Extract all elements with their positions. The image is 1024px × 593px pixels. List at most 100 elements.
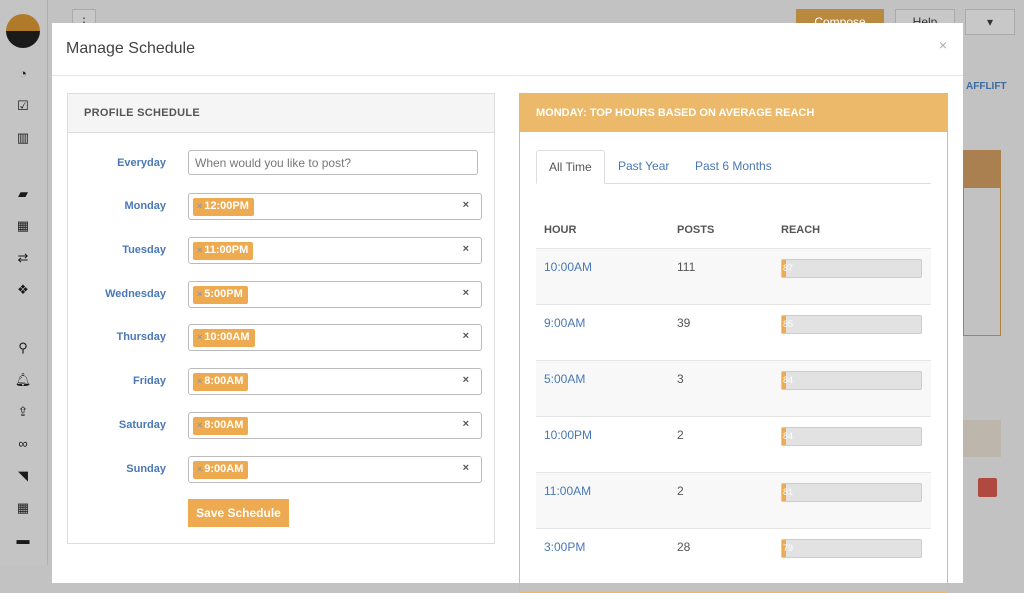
rss-icon[interactable]: ◥ [14,469,32,483]
remove-tag-icon[interactable]: × [197,245,202,255]
day-label: Tuesday [122,243,166,256]
reach-value: 81 [783,487,794,497]
day-label: Saturday [118,419,166,431]
hour-link[interactable]: 10:00AM [544,260,592,274]
reach-value: 85 [783,319,794,329]
upload-icon[interactable]: ⇪ [14,405,32,419]
table-row: 10:00AM 111 87 [536,248,931,304]
briefcase-icon[interactable]: ▬ [14,533,32,547]
clear-icon[interactable]: × [463,243,469,255]
column-posts: POSTS [677,224,715,236]
background-alert [963,420,1001,457]
clear-icon[interactable]: × [463,418,469,430]
time-value: 8:00AM [204,375,244,388]
hour-link[interactable]: 9:00AM [544,316,585,330]
time-value: 11:00PM [204,243,249,256]
time-tag: × 8:00AM [193,417,249,435]
folder-icon[interactable]: ▰ [14,187,32,201]
tab-past-6-months[interactable]: Past 6 Months [683,150,784,184]
tab-past-year[interactable]: Past Year [606,150,681,184]
calendar-icon[interactable]: ▦ [14,219,32,233]
profile-schedule-panel: PROFILE SCHEDULE Everyday When would you… [67,93,495,544]
hour-link[interactable]: 10:00PM [544,428,592,442]
hour-link[interactable]: 11:00AM [544,484,591,498]
time-tag: × 10:00AM [193,329,255,348]
time-value: 8:00AM [204,419,244,431]
reach-bar: 85 [781,315,922,334]
top-hours-panel: MONDAY: TOP HOURS BASED ON AVERAGE REACH… [519,93,948,593]
delete-icon[interactable] [978,478,997,497]
table-icon[interactable]: ▦ [14,501,32,515]
table-row: 9:00AM 39 85 [536,304,931,360]
day-row: Monday × 12:00PM × [68,193,496,221]
time-tag: × 9:00AM [193,460,249,479]
day-label: Monday [124,200,166,212]
sidebar: ◔ ☑ ▥ ▰ ▦ ⇄ ❖ ⚲ 🔔︎ ⇪ ∞ ◥ ▦ ▬ [0,0,48,565]
clear-icon[interactable]: × [463,462,469,474]
table-row: 3:00PM 28 79 [536,528,931,584]
hour-link[interactable]: 3:00PM [544,540,585,554]
everyday-input[interactable]: When would you like to post? [188,150,478,175]
close-icon[interactable]: × [939,37,947,53]
column-reach: REACH [781,224,821,236]
posts-value: 39 [677,316,691,330]
modal-title: Manage Schedule [52,23,963,76]
clear-icon[interactable]: × [463,374,469,386]
remove-tag-icon[interactable]: × [197,201,202,211]
reach-value: 84 [783,431,794,441]
day-row: Thursday × 10:00AM × [68,324,496,352]
day-row: Saturday × 8:00AM × [68,412,496,440]
dashboard-icon[interactable]: ◔ [14,67,32,81]
manage-schedule-modal: Manage Schedule × PROFILE SCHEDULE Every… [52,23,963,593]
time-tag: × 5:00PM [193,285,248,304]
panel-title: PROFILE SCHEDULE [68,94,494,133]
save-schedule-button[interactable]: Save Schedule [188,499,289,527]
tabs: All Time Past Year Past 6 Months [536,150,931,184]
reach-bar: 87 [781,259,922,278]
reach-value: 87 [783,263,794,273]
remove-tag-icon[interactable]: × [197,420,202,430]
day-row: Friday × 8:00AM × [68,368,496,396]
day-label: Friday [132,375,166,388]
day-row: Tuesday × 11:00PM × [68,236,496,265]
search-icon[interactable]: ⚲ [14,341,32,355]
day-time-select[interactable]: × 12:00PM × [188,193,482,220]
table-row: 11:00AM 2 81 [536,472,931,528]
side-link[interactable]: AFFLIFT [966,81,1007,92]
time-tag: × 11:00PM [193,241,254,260]
tab-all-time[interactable]: All Time [536,150,605,184]
table-row: 10:00PM 2 84 [536,416,931,472]
time-tag: × 12:00PM [193,198,254,216]
remove-tag-icon[interactable]: × [197,464,202,474]
day-time-select[interactable]: × 5:00PM × [188,280,482,308]
clear-icon[interactable]: × [463,199,469,211]
remove-tag-icon[interactable]: × [197,376,202,386]
day-label: Thursday [116,331,166,344]
calendar-check-icon[interactable]: ☑ [14,99,32,113]
day-time-select[interactable]: × 10:00AM × [188,324,482,352]
day-time-select[interactable]: × 8:00AM × [188,368,482,396]
hour-link[interactable]: 5:00AM [544,372,585,386]
reach-bar: 84 [781,371,922,390]
posts-value: 111 [677,260,696,274]
time-value: 5:00PM [204,287,243,300]
cubes-icon[interactable]: ❖ [14,283,32,297]
avatar-menu[interactable]: ▾ [965,9,1015,35]
clear-icon[interactable]: × [463,330,469,342]
panel-title: MONDAY: TOP HOURS BASED ON AVERAGE REACH [520,94,947,132]
link-icon[interactable]: ∞ [14,437,32,451]
clear-icon[interactable]: × [463,287,469,299]
time-value: 10:00AM [204,331,250,344]
day-time-select[interactable]: × 11:00PM × [188,236,482,264]
exchange-icon[interactable]: ⇄ [14,251,32,265]
app-logo[interactable] [6,14,40,48]
reach-value: 84 [783,375,794,385]
posts-value: 2 [677,484,684,498]
day-time-select[interactable]: × 8:00AM × [188,412,482,439]
remove-tag-icon[interactable]: × [197,332,202,342]
bar-chart-icon[interactable]: ▥ [14,131,32,145]
day-time-select[interactable]: × 9:00AM × [188,455,482,483]
background-panel [963,150,1001,336]
remove-tag-icon[interactable]: × [197,289,202,299]
bell-icon[interactable]: 🔔︎ [14,373,32,387]
